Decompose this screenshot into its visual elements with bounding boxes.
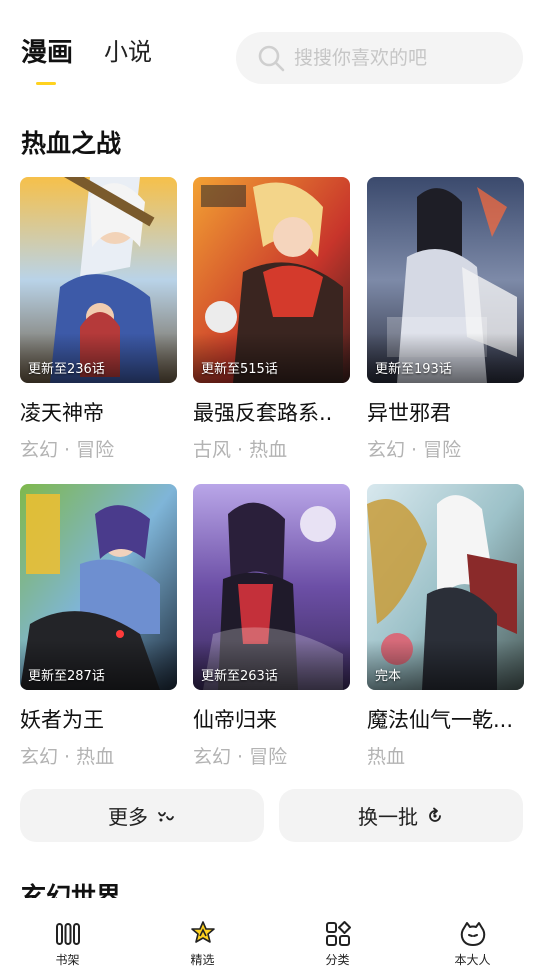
comic-title[interactable]: 最强反套路系.. (193, 397, 350, 427)
bookshelf-icon (55, 923, 80, 945)
refresh-icon (429, 807, 441, 822)
comic-card[interactable]: 完本 魔法仙气一乾... 热血 (367, 484, 524, 769)
swap-batch-button[interactable]: 换一批 (279, 789, 523, 842)
comic-cover[interactable]: 更新至263话 (193, 484, 350, 690)
search-icon (258, 45, 285, 72)
nav-label-category: 分类 (325, 953, 350, 967)
update-badge: 更新至193话 (375, 362, 452, 377)
comic-card[interactable]: 更新至236话 凌天神帝 玄幻 · 冒险 (20, 177, 177, 462)
comic-tags: 玄幻 · 冒险 (193, 746, 288, 768)
comic-card[interactable]: 更新至287话 妖者为王 玄幻 · 热血 (20, 484, 177, 769)
comic-title[interactable]: 凌天神帝 (20, 397, 177, 427)
search-input[interactable] (294, 47, 494, 69)
tab-novels[interactable]: 小说 (104, 32, 152, 67)
update-badge: 更新至287话 (28, 669, 105, 684)
comic-title[interactable]: 魔法仙气一乾... (367, 704, 524, 734)
category-icon (325, 921, 351, 946)
profile-icon (460, 922, 485, 946)
nav-label-bookshelf: 书架 (55, 953, 80, 967)
more-icon (158, 811, 174, 821)
comic-card[interactable]: 更新至515话 最强反套路系.. 古风 · 热血 (193, 177, 350, 462)
comic-card[interactable]: 更新至263话 仙帝归来 玄幻 · 冒险 (193, 484, 350, 769)
more-button[interactable]: 更多 (20, 789, 264, 842)
update-badge: 更新至515话 (201, 362, 278, 377)
update-badge: 完本 (375, 669, 402, 684)
next-section-title: 玄幻世界 (21, 882, 122, 898)
search-bar[interactable] (236, 32, 523, 84)
comic-card[interactable]: 更新至193话 异世邪君 玄幻 · 冒险 (367, 177, 524, 462)
comic-title[interactable]: 仙帝归来 (193, 704, 350, 734)
comic-cover[interactable]: 完本 (367, 484, 524, 690)
comic-tags: 古风 · 热血 (193, 439, 288, 461)
nav-item-bookshelf[interactable]: 书架 (0, 908, 135, 968)
section-title: 热血之战 (21, 129, 122, 158)
nav-item-featured[interactable]: 精选 (135, 908, 270, 968)
comic-cover[interactable]: 更新至515话 (193, 177, 350, 383)
swap-batch-label: 换一批 (358, 805, 418, 829)
nav-item-category[interactable]: 分类 (270, 908, 405, 968)
tab-comics[interactable]: 漫画 (21, 32, 73, 69)
comic-tags: 热血 (367, 746, 406, 768)
nav-item-profile[interactable]: 本大人 (405, 908, 540, 968)
comic-tags: 玄幻 · 冒险 (367, 439, 462, 461)
comic-tags: 玄幻 · 热血 (20, 746, 115, 768)
more-button-label: 更多 (108, 805, 148, 829)
bottom-nav: 书架 精选 分类 本大人 (0, 908, 540, 968)
update-badge: 更新至236话 (28, 362, 105, 377)
comic-title[interactable]: 妖者为王 (20, 704, 177, 734)
comic-title[interactable]: 异世邪君 (367, 397, 524, 427)
nav-label-featured: 精选 (190, 953, 215, 967)
featured-icon (190, 921, 215, 943)
update-badge: 更新至263话 (201, 669, 278, 684)
nav-label-profile: 本大人 (454, 953, 491, 967)
comic-tags: 玄幻 · 冒险 (20, 439, 115, 461)
header: 漫画 小说 (0, 0, 540, 100)
comic-cover[interactable]: 更新至193话 (367, 177, 524, 383)
active-tab-indicator (36, 82, 56, 85)
comic-cover[interactable]: 更新至287话 (20, 484, 177, 690)
comic-cover[interactable]: 更新至236话 (20, 177, 177, 383)
